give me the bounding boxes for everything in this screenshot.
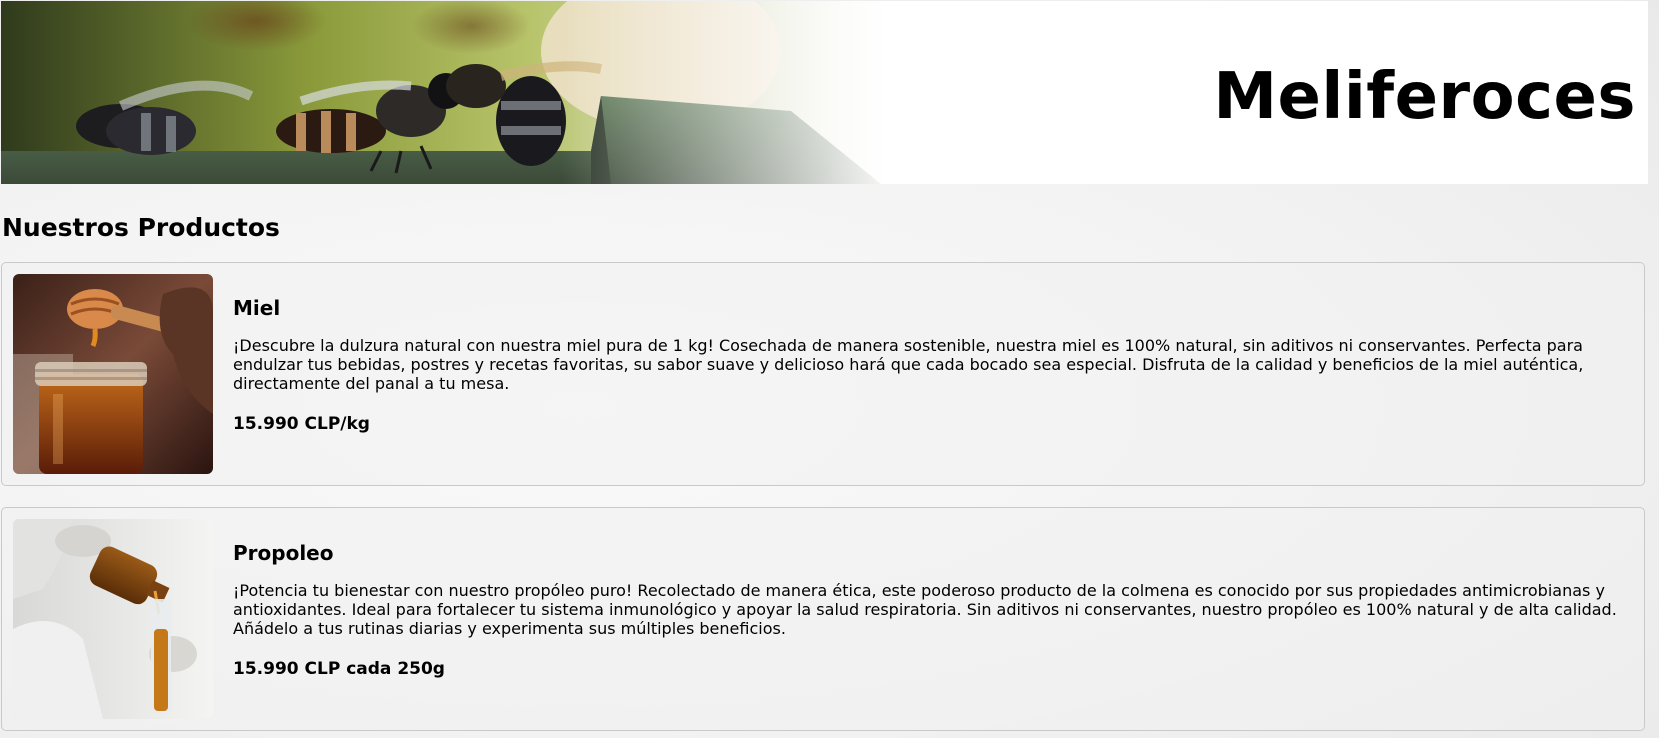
header-banner: Meliferoces [1,1,1648,184]
product-price: 15.990 CLP/kg [233,414,370,434]
product-description: ¡Potencia tu bienestar con nuestro propó… [233,581,1617,638]
product-name: Propoleo [233,541,334,565]
product-image-miel [13,274,213,474]
product-description: ¡Descubre la dulzura natural con nuestra… [233,336,1584,393]
product-name: Miel [233,296,281,320]
product-card-propoleo: Propoleo ¡Potencia tu bienestar con nues… [1,507,1645,731]
section-title: Nuestros Productos [2,213,280,242]
product-card-miel: Miel ¡Descubre la dulzura natural con nu… [1,262,1645,486]
product-price: 15.990 CLP cada 250g [233,659,445,679]
product-image-propoleo [13,519,213,719]
site-title: Meliferoces [1213,60,1636,134]
